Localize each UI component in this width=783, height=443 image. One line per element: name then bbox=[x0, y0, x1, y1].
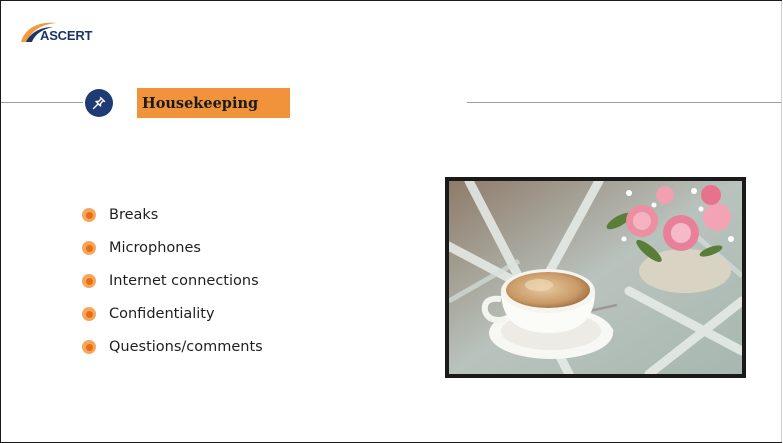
slide-title: Housekeeping bbox=[137, 88, 290, 118]
header-divider-right bbox=[467, 102, 782, 103]
ascert-logo: ASCERT bbox=[17, 18, 109, 54]
bullet-label: Confidentiality bbox=[109, 306, 215, 322]
bullet-label: Breaks bbox=[109, 207, 159, 223]
bullet-item: Questions/comments bbox=[82, 334, 263, 360]
bullet-list: Breaks Microphones Internet connections … bbox=[82, 202, 263, 367]
coffee-cup-image bbox=[449, 181, 742, 374]
slide: ASCERT Housekeeping Breaks Microphones I… bbox=[0, 0, 782, 443]
bullet-label: Questions/comments bbox=[109, 339, 263, 355]
header-divider-left bbox=[1, 102, 83, 103]
bullet-item: Microphones bbox=[82, 235, 263, 261]
coffee-photo bbox=[445, 177, 746, 378]
bullet-dot-icon bbox=[82, 241, 96, 255]
bullet-label: Microphones bbox=[109, 240, 201, 256]
bullet-dot-icon bbox=[82, 208, 96, 222]
bullet-dot-icon bbox=[82, 274, 96, 288]
bullet-item: Confidentiality bbox=[82, 301, 263, 327]
bullet-item: Internet connections bbox=[82, 268, 263, 294]
bullet-item: Breaks bbox=[82, 202, 263, 228]
slide-title-text: Housekeeping bbox=[142, 94, 259, 112]
bullet-dot-icon bbox=[82, 307, 96, 321]
logo-text: ASCERT bbox=[40, 28, 93, 43]
bullet-dot-icon bbox=[82, 340, 96, 354]
pushpin-icon bbox=[85, 89, 113, 117]
bullet-label: Internet connections bbox=[109, 273, 259, 289]
